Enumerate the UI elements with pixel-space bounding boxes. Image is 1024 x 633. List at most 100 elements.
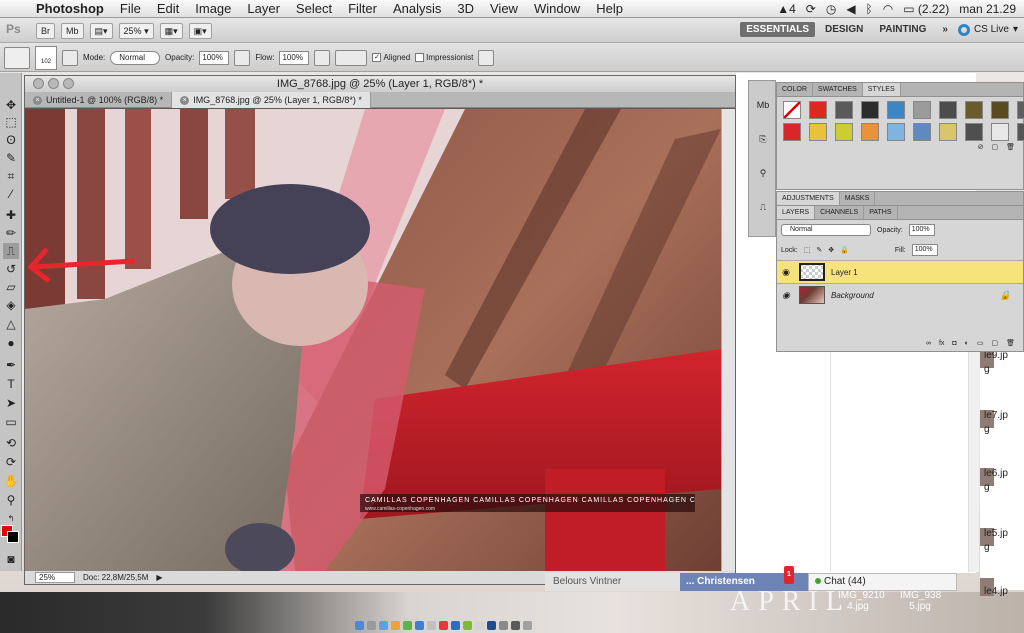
dock-app-icon[interactable] xyxy=(451,621,460,630)
flow-field[interactable]: 100% xyxy=(279,50,310,65)
menu-image[interactable]: Image xyxy=(187,1,239,16)
tab-untitled-1[interactable]: × Untitled-1 @ 100% (RGB/8) * xyxy=(25,92,173,108)
workspace-essentials[interactable]: ESSENTIALS xyxy=(740,22,815,37)
shape-tool-icon[interactable]: ▭ xyxy=(3,414,19,430)
zoom-tool-icon[interactable]: ⚲ xyxy=(3,492,19,508)
3d-rotate-tool-icon[interactable]: ⟲ xyxy=(3,435,19,451)
style-swatch[interactable] xyxy=(809,101,827,119)
menu-edit[interactable]: Edit xyxy=(149,1,187,16)
tab-styles[interactable]: STYLES xyxy=(862,83,901,96)
adobe-updates-icon[interactable]: ▲4 xyxy=(777,2,796,16)
screen-mode-button[interactable]: ▣▾ xyxy=(188,22,212,39)
layer-row-background[interactable]: ◉ Background 🔒 xyxy=(777,283,1023,306)
lock-all-icon[interactable]: 🔒 xyxy=(840,246,849,254)
status-menu-arrow-icon[interactable]: ▶ xyxy=(156,573,162,582)
tab-masks[interactable]: MASKS xyxy=(840,192,876,205)
style-swatch[interactable] xyxy=(809,123,827,141)
visibility-eye-icon[interactable]: ◉ xyxy=(777,290,795,301)
style-swatch[interactable] xyxy=(991,101,1009,119)
tab-channels[interactable]: CHANNELS xyxy=(815,206,865,219)
wifi-icon[interactable]: ◠ xyxy=(883,2,893,16)
file-name[interactable]: le7.jp xyxy=(984,410,1008,421)
paint-bucket-tool-icon[interactable]: ◈ xyxy=(3,297,19,313)
clear-style-icon[interactable]: ⊘ xyxy=(978,143,984,151)
style-swatch[interactable] xyxy=(835,101,853,119)
style-swatch[interactable] xyxy=(913,101,931,119)
dock-app-icon[interactable] xyxy=(379,621,388,630)
menu-help[interactable]: Help xyxy=(588,1,631,16)
tab-color[interactable]: COLOR xyxy=(777,83,813,96)
menu-view[interactable]: View xyxy=(482,1,526,16)
style-swatch[interactable] xyxy=(783,101,801,119)
style-swatch[interactable] xyxy=(1017,101,1024,119)
menu-filter[interactable]: Filter xyxy=(340,1,385,16)
battery-status[interactable]: ▭ (2.22) xyxy=(903,2,949,16)
tab-swatches[interactable]: SWATCHES xyxy=(813,83,863,96)
zoom-level-select[interactable]: 25% ▾ xyxy=(118,22,154,39)
sync-icon[interactable]: ⟳ xyxy=(806,2,816,16)
bluetooth-icon[interactable]: ᛒ xyxy=(866,2,873,16)
canvas-vertical-scrollbar[interactable] xyxy=(721,109,735,571)
dock-app-icon[interactable] xyxy=(367,621,376,630)
mode-select[interactable]: Normal xyxy=(110,50,161,65)
marquee-tool-icon[interactable]: ⬚ xyxy=(3,114,19,130)
menu-3d[interactable]: 3D xyxy=(449,1,482,16)
chat-online-button[interactable]: Chat (44) xyxy=(808,573,957,591)
path-select-tool-icon[interactable]: ➤ xyxy=(3,395,19,411)
tab-adjustments[interactable]: ADJUSTMENTS xyxy=(777,192,840,205)
style-swatch[interactable] xyxy=(965,123,983,141)
menu-file[interactable]: File xyxy=(112,1,149,16)
menu-window[interactable]: Window xyxy=(526,1,588,16)
sample-layers-button[interactable] xyxy=(335,49,368,66)
style-swatch[interactable] xyxy=(1017,123,1024,141)
close-tab-icon[interactable]: × xyxy=(180,95,190,105)
crop-tool-icon[interactable]: ⌗ xyxy=(3,168,19,184)
mini-bridge-panel-icon[interactable]: Mb xyxy=(753,95,773,115)
workspace-painting[interactable]: PAINTING xyxy=(873,22,932,37)
style-swatch[interactable] xyxy=(861,123,879,141)
dock-app-icon[interactable] xyxy=(511,621,520,630)
history-brush-tool-icon[interactable]: ↺ xyxy=(3,261,19,277)
dock-app-icon[interactable] xyxy=(439,621,448,630)
background-color-swatch[interactable] xyxy=(7,531,19,543)
hand-tool-icon[interactable]: ✋ xyxy=(3,473,19,489)
blur-tool-icon[interactable]: △ xyxy=(3,316,19,332)
new-group-icon[interactable]: ▭ xyxy=(977,339,984,347)
pressure-opacity-icon[interactable] xyxy=(234,49,251,66)
minimize-window-icon[interactable] xyxy=(48,78,59,89)
airbrush-icon[interactable] xyxy=(314,49,331,66)
chat-tab-2[interactable]: ... Christensen 1 xyxy=(680,566,808,591)
impressionist-checkbox[interactable]: Impressionist xyxy=(415,53,473,63)
workspace-more-button[interactable]: » xyxy=(936,22,954,37)
dock-trash-icon[interactable] xyxy=(523,621,532,630)
browser-scrollbar[interactable] xyxy=(968,352,979,572)
delete-layer-icon[interactable]: 🗑 xyxy=(1006,339,1015,347)
clone-stamp-tool-icon[interactable]: ⎍ xyxy=(3,243,19,259)
layer-name[interactable]: Background xyxy=(831,291,874,300)
tool-preset-picker[interactable] xyxy=(4,46,30,69)
menu-layer[interactable]: Layer xyxy=(239,1,288,16)
style-swatch[interactable] xyxy=(783,123,801,141)
move-tool-icon[interactable]: ✥ xyxy=(3,97,19,113)
lock-transparency-icon[interactable]: ⬚ xyxy=(804,246,811,254)
dock-app-icon[interactable] xyxy=(415,621,424,630)
blend-mode-select[interactable]: Normal xyxy=(781,224,871,236)
lock-position-icon[interactable]: ✥ xyxy=(828,246,834,254)
fill-field[interactable]: 100% xyxy=(911,244,938,256)
quick-mask-icon[interactable]: ◙ xyxy=(3,551,19,567)
style-swatch[interactable] xyxy=(991,123,1009,141)
style-swatch[interactable] xyxy=(913,123,931,141)
style-swatch[interactable] xyxy=(965,101,983,119)
workspace-design[interactable]: DESIGN xyxy=(819,22,869,37)
menu-app-name[interactable]: Photoshop xyxy=(28,1,112,16)
desktop-file-1[interactable]: IMG_9210 4.jpg xyxy=(838,590,885,612)
pressure-size-icon[interactable] xyxy=(478,49,495,66)
chat-tab-1[interactable]: Belours Vintner xyxy=(545,573,680,591)
lock-pixels-icon[interactable]: ✎ xyxy=(816,246,822,254)
brush-tool-icon[interactable]: ✏ xyxy=(3,225,19,241)
dock-app-icon[interactable] xyxy=(403,621,412,630)
style-swatch[interactable] xyxy=(939,123,957,141)
eraser-tool-icon[interactable]: ▱ xyxy=(3,279,19,295)
opacity-field[interactable]: 100% xyxy=(199,50,230,65)
image-canvas[interactable]: CAMILLAS COPENHAGEN CAMILLAS COPENHAGEN … xyxy=(25,109,721,571)
